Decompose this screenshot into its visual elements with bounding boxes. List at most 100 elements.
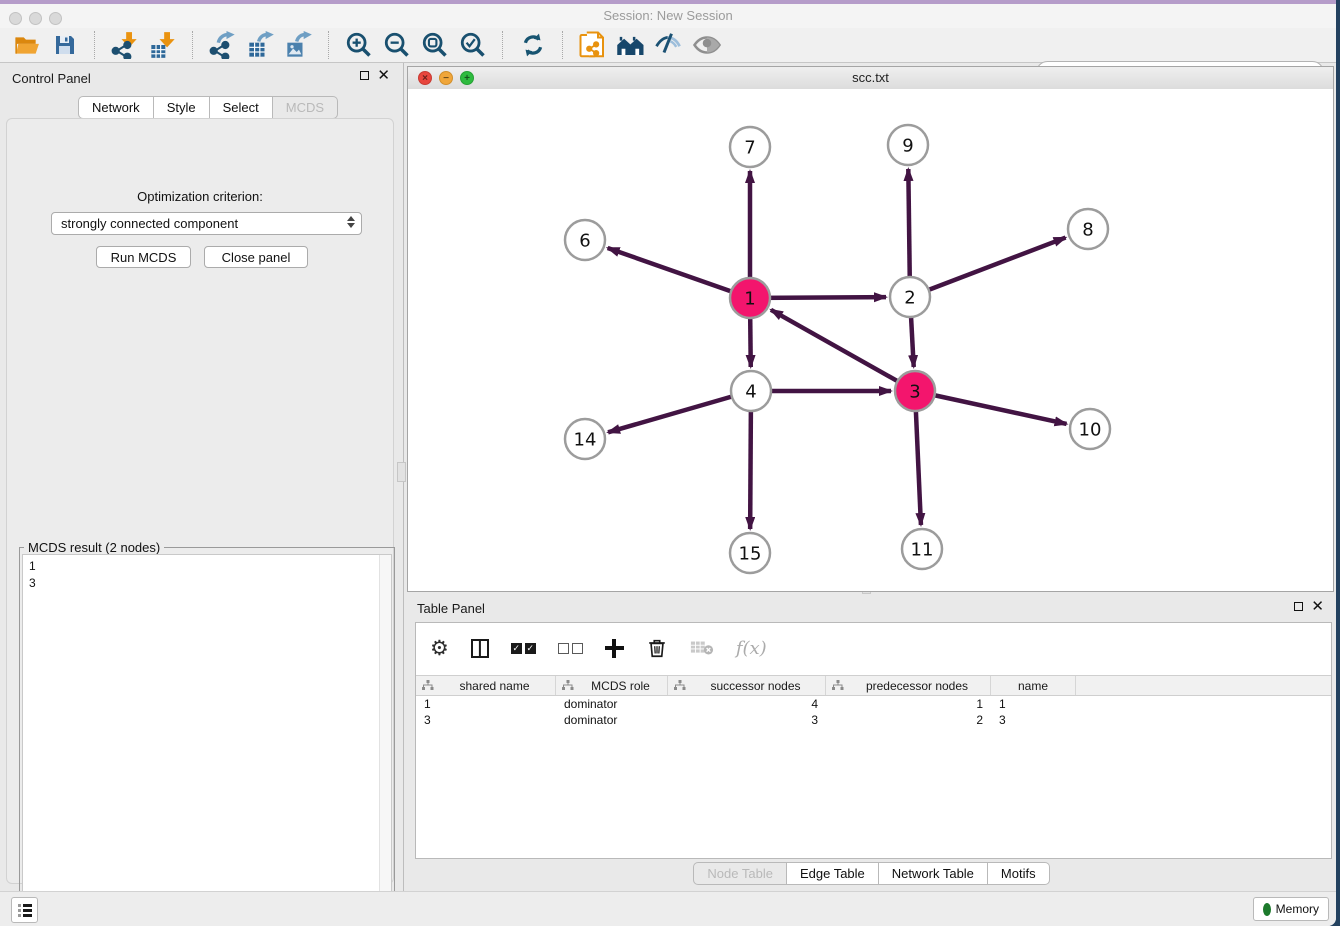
tab-edge-table[interactable]: Edge Table (787, 862, 879, 885)
export-network-button[interactable] (207, 29, 239, 61)
optimization-criterion-select[interactable]: strongly connected component (51, 212, 362, 235)
column-header-MCDS-role[interactable]: MCDS role (556, 676, 668, 695)
import-network-button[interactable] (109, 29, 141, 61)
optimization-criterion-label: Optimization criterion: (7, 189, 393, 204)
table-settings-button[interactable]: ⚙ (430, 635, 449, 661)
table-cell: 1 (991, 696, 1076, 712)
graph-node-15[interactable]: 15 (730, 533, 770, 573)
network-canvas[interactable]: 7 9 6 8 1 2 4 3 14 10 15 11 (408, 89, 1333, 591)
table-panel-title: Table Panel (417, 601, 485, 616)
svg-text:1: 1 (744, 288, 755, 309)
open-session-button[interactable] (11, 29, 43, 61)
zoom-out-button[interactable] (381, 29, 413, 61)
select-all-button[interactable]: ✓✓ (511, 635, 536, 661)
column-sort-icon (674, 680, 686, 691)
deselect-all-button[interactable] (558, 635, 583, 661)
zoom-fit-button[interactable] (419, 29, 451, 61)
node-table-container: ⚙ ✓✓ (415, 622, 1332, 859)
graph-edge-4-14[interactable] (608, 391, 751, 432)
table-cell: 4 (668, 696, 826, 712)
graph-edge-1-6[interactable] (608, 248, 750, 298)
tab-network[interactable]: Network (78, 96, 154, 119)
column-header-name[interactable]: name (991, 676, 1076, 695)
hide-selected-button[interactable] (653, 29, 685, 61)
graph-node-14[interactable]: 14 (565, 419, 605, 459)
graph-node-9[interactable]: 9 (888, 125, 928, 165)
table-row[interactable]: 1dominator411 (416, 696, 1331, 712)
main-titlebar: Session: New Session (0, 4, 1336, 29)
zoom-in-button[interactable] (343, 29, 375, 61)
run-mcds-button[interactable]: Run MCDS (96, 246, 191, 268)
control-panel-title: Control Panel (12, 71, 91, 86)
tab-node-table[interactable]: Node Table (693, 862, 787, 885)
graph-node-1[interactable]: 1 (730, 278, 770, 318)
result-line: 3 (29, 575, 385, 592)
add-row-button[interactable] (605, 635, 624, 661)
result-line: 1 (29, 558, 385, 575)
svg-text:8: 8 (1082, 219, 1093, 240)
graph-node-8[interactable]: 8 (1068, 209, 1108, 249)
float-panel-icon[interactable] (1294, 602, 1303, 611)
splitter-handle[interactable] (397, 462, 406, 482)
control-panel-tabs: NetworkStyleSelectMCDS (78, 96, 338, 119)
toolbar-separator (562, 31, 564, 59)
tab-network-table[interactable]: Network Table (879, 862, 988, 885)
graph-node-6[interactable]: 6 (565, 220, 605, 260)
zoom-selected-icon (459, 31, 487, 59)
table-cell: 1 (416, 696, 556, 712)
save-session-button[interactable] (49, 29, 81, 61)
column-header-predecessor-nodes[interactable]: predecessor nodes (826, 676, 991, 695)
close-panel-button[interactable]: Close panel (204, 246, 308, 268)
graph-edge-3-10[interactable] (915, 391, 1067, 424)
column-header-shared-name[interactable]: shared name (416, 676, 556, 695)
graph-edge-3-1[interactable] (771, 310, 915, 391)
import-table-icon (149, 31, 177, 59)
new-network-from-file-button[interactable] (577, 29, 609, 61)
refresh-view-button[interactable] (517, 29, 549, 61)
graph-node-10[interactable]: 10 (1070, 409, 1110, 449)
tab-motifs[interactable]: Motifs (988, 862, 1050, 885)
task-list-icon (17, 902, 33, 918)
export-table-button[interactable] (245, 29, 277, 61)
close-panel-icon[interactable]: ✕ (377, 71, 390, 80)
memory-button[interactable]: Memory (1253, 897, 1329, 921)
delete-row-button[interactable] (646, 635, 668, 661)
table-cell: 3 (991, 712, 1076, 728)
delete-table-icon (690, 638, 714, 658)
application-window: Session: New Session (0, 0, 1336, 926)
graph-node-7[interactable]: 7 (730, 127, 770, 167)
column-sort-icon (832, 680, 844, 691)
table-row[interactable]: 3dominator323 (416, 712, 1331, 728)
node-table: shared nameMCDS rolesuccessor nodesprede… (416, 675, 1331, 858)
tab-mcds[interactable]: MCDS (273, 96, 338, 119)
svg-text:2: 2 (904, 287, 915, 308)
graph-node-2[interactable]: 2 (890, 277, 930, 317)
dropdown-stepper-icon (347, 216, 355, 228)
network-graph[interactable]: 7 9 6 8 1 2 4 3 14 10 15 11 (408, 89, 1333, 591)
result-scrollbar[interactable] (379, 555, 391, 923)
close-panel-icon[interactable]: ✕ (1311, 602, 1324, 611)
column-header-successor-nodes[interactable]: successor nodes (668, 676, 826, 695)
graph-edge-2-8[interactable] (910, 238, 1066, 297)
graph-node-3[interactable]: 3 (895, 371, 935, 411)
tab-style[interactable]: Style (154, 96, 210, 119)
zoom-selected-button[interactable] (457, 29, 489, 61)
tab-select[interactable]: Select (210, 96, 273, 119)
show-selected-button[interactable] (691, 29, 723, 61)
toolbar-separator (328, 31, 330, 59)
network-window-titlebar[interactable]: × − + scc.txt (408, 67, 1333, 90)
mcds-result-list[interactable]: 13 (22, 554, 392, 924)
task-history-button[interactable] (11, 897, 38, 923)
import-table-button[interactable] (147, 29, 179, 61)
export-image-button[interactable] (283, 29, 315, 61)
toolbar-separator (502, 31, 504, 59)
graph-node-11[interactable]: 11 (902, 529, 942, 569)
zoom-in-icon (345, 31, 373, 59)
show-columns-button[interactable] (471, 635, 489, 661)
home-button[interactable] (615, 29, 647, 61)
dropdown-value: strongly connected component (61, 216, 238, 231)
network-title: scc.txt (408, 70, 1333, 85)
graph-node-4[interactable]: 4 (731, 371, 771, 411)
svg-text:14: 14 (574, 429, 597, 450)
float-panel-icon[interactable] (360, 71, 369, 80)
